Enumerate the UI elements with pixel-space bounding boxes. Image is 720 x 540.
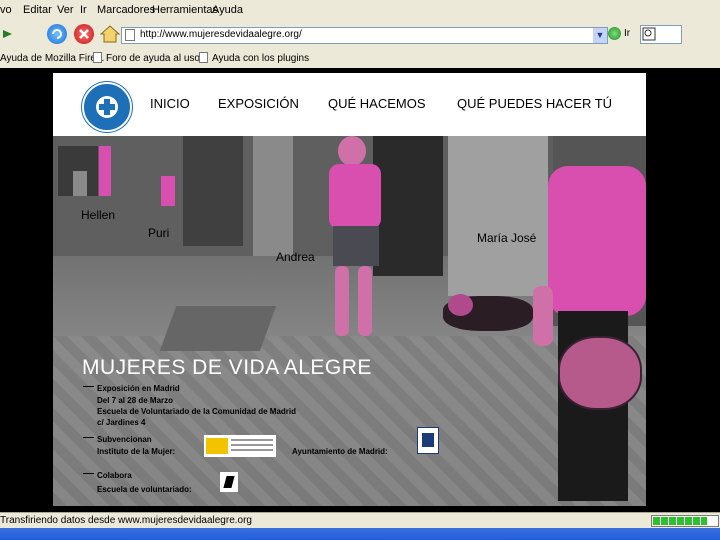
menu-help[interactable]: Ayuda — [212, 4, 243, 16]
page-icon — [93, 52, 102, 63]
nav-que-hacemos[interactable]: QUÉ HACEMOS — [328, 96, 426, 111]
stop-icon — [79, 29, 89, 39]
voluntariado-logo — [220, 472, 238, 492]
expo-line: Escuela de Voluntariado de la Comunidad … — [97, 407, 296, 416]
instituto-mujer-label: Instituto de la Mujer: — [97, 447, 176, 456]
menu-bar: vo Editar Ver Ir Marcadores Herramientas… — [0, 0, 720, 21]
divider — [83, 386, 94, 387]
address-dropdown-button[interactable]: ▼ — [593, 28, 607, 43]
menu-file[interactable]: vo — [0, 4, 12, 16]
go-label[interactable]: Ir — [624, 28, 630, 39]
home-button[interactable] — [99, 24, 121, 44]
caption-puri: Puri — [148, 226, 170, 240]
reload-icon — [52, 29, 62, 39]
page-icon — [199, 52, 208, 63]
menu-edit[interactable]: Editar — [23, 4, 52, 16]
progress-fill — [653, 517, 707, 525]
taskbar — [0, 528, 720, 540]
bookmark-item[interactable]: Ayuda con los plugins — [212, 53, 309, 64]
divider — [83, 437, 94, 438]
forward-arrow-icon — [3, 30, 12, 38]
ministerio-logo — [204, 435, 276, 457]
search-input[interactable] — [640, 25, 682, 44]
forward-button[interactable] — [0, 24, 20, 44]
bookmarks-toolbar: Ayuda de Mozilla Fire... Foro de ayuda a… — [0, 48, 720, 69]
status-text: Transfiriendo datos desde www.mujeresdev… — [0, 515, 252, 526]
ayuntamiento-label: Ayuntamiento de Madrid: — [292, 447, 388, 456]
expo-line: c/ Jardines 4 — [97, 418, 146, 427]
nav-exposicion[interactable]: EXPOSICIÓN — [218, 96, 299, 111]
nav-que-puedes-hacer[interactable]: QUÉ PUEDES HACER TÚ — [457, 96, 612, 111]
expo-line: Exposición en Madrid — [97, 384, 180, 393]
menu-tools[interactable]: Herramientas — [152, 4, 218, 16]
go-icon[interactable] — [608, 27, 621, 40]
subvencionan-label: Subvencionan — [97, 435, 152, 444]
address-url[interactable]: http://www.mujeresdevidaalegre.org/ — [140, 29, 302, 40]
medicos-del-mundo-logo[interactable] — [82, 82, 132, 132]
caption-andrea: Andrea — [276, 250, 315, 264]
address-bar[interactable]: http://www.mujeresdevidaalegre.org/ ▼ — [121, 27, 608, 44]
page-icon — [125, 29, 135, 41]
nav-inicio[interactable]: INICIO — [150, 96, 190, 111]
colabora-label: Colabora — [97, 471, 132, 480]
caption-maria-jose: María José — [477, 231, 537, 245]
madrid-shield-logo — [417, 427, 439, 454]
divider — [83, 473, 94, 474]
loading-progress-bar — [651, 515, 719, 527]
menu-bookmarks[interactable]: Marcadores — [97, 4, 155, 16]
home-icon — [99, 25, 121, 43]
reload-button[interactable] — [47, 24, 67, 44]
exhibition-title: MUJERES DE VIDA ALEGRE — [82, 356, 372, 379]
bookmark-item[interactable]: Foro de ayuda al uso — [106, 53, 200, 64]
expo-line: Del 7 al 28 de Marzo — [97, 396, 174, 405]
search-engine-icon — [642, 27, 656, 41]
caption-hellen: Hellen — [81, 208, 116, 222]
escuela-voluntariado-label: Escuela de voluntariado: — [97, 485, 192, 494]
bookmark-item[interactable]: Ayuda de Mozilla Fire... — [0, 53, 104, 64]
status-bar: Transfiriendo datos desde www.mujeresdev… — [0, 512, 720, 529]
menu-go[interactable]: Ir — [80, 4, 87, 16]
stop-button[interactable] — [74, 24, 94, 44]
menu-view[interactable]: Ver — [57, 4, 74, 16]
